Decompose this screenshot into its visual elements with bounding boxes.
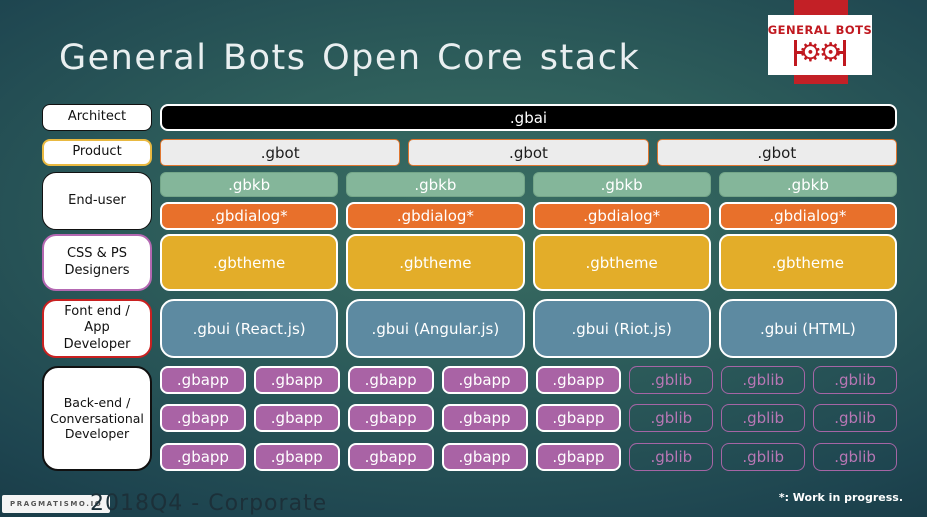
gbapp-box: .gbapp: [441, 404, 528, 432]
role-product-text: Product: [72, 144, 122, 160]
gbdialog-box: .gbdialog*: [718, 202, 897, 230]
gbapp-box: .gbapp: [535, 443, 622, 471]
gbai-box: .gbai: [160, 104, 897, 131]
gbtheme-box: .gbtheme: [718, 234, 897, 291]
gbdialog-box: .gbdialog*: [532, 202, 711, 230]
gbapp-box: .gbapp: [253, 443, 340, 471]
role-label-backend-conversational-developer: Back-end / Conversational Developer: [42, 366, 152, 471]
work-in-progress-note: *: Work in progress.: [778, 491, 903, 504]
gbapp-box: .gbapp: [441, 443, 528, 471]
role-backend-text: Back-end / Conversational Developer: [50, 395, 144, 442]
role-label-css-ps-designers: CSS & PS Designers: [42, 234, 152, 291]
role-architect-text: Architect: [67, 109, 127, 125]
role-label-product: Product: [42, 139, 152, 166]
gbot-row: .gbot .gbot .gbot: [160, 139, 897, 166]
gblib-box: .gblib: [721, 404, 806, 432]
gbapp-box: .gbapp: [253, 404, 340, 432]
gblib-box: .gblib: [721, 366, 806, 394]
gbkb-box: .gbkb: [160, 172, 339, 197]
gbapp-box: .gbapp: [160, 366, 246, 394]
gear-icon: ⚙⚙: [798, 37, 843, 68]
page-title: General Bots Open Core stack: [59, 38, 641, 78]
gbtheme-box: .gbtheme: [160, 234, 339, 291]
gblib-box: .gblib: [813, 443, 897, 471]
role-label-architect: Architect: [42, 104, 152, 131]
gbui-riot-box: .gbui (Riot.js): [532, 299, 711, 358]
role-css-text: CSS & PS Designers: [64, 246, 130, 278]
gbkb-row: .gbkb .gbkb .gbkb .gbkb: [160, 172, 897, 197]
gbui-row: .gbui (React.js) .gbui (Angular.js) .gbu…: [160, 299, 897, 358]
gbtheme-row: .gbtheme .gbtheme .gbtheme .gbtheme: [160, 234, 897, 291]
gbapp-box: .gbapp: [253, 366, 340, 394]
gblib-box: .gblib: [813, 366, 897, 394]
gbtheme-box: .gbtheme: [532, 234, 711, 291]
gblib-box: .gblib: [813, 404, 897, 432]
gbapp-box: .gbapp: [347, 366, 434, 394]
gbapp-box: .gbapp: [160, 404, 246, 432]
gbui-react-box: .gbui (React.js): [160, 299, 339, 358]
backend-row-2: .gbapp .gbapp .gbapp .gbapp .gbapp .gbli…: [160, 404, 897, 432]
gbkb-box: .gbkb: [346, 172, 525, 197]
gbdialog-row: .gbdialog* .gbdialog* .gbdialog* .gbdial…: [160, 202, 897, 230]
gblib-box: .gblib: [721, 443, 806, 471]
gblib-box: .gblib: [629, 366, 714, 394]
slide-footer-label: 2018Q4 - Corporate: [90, 491, 328, 516]
gears-icon: ⚙⚙: [793, 37, 847, 68]
gbapp-box: .gbapp: [535, 366, 622, 394]
gbot-box: .gbot: [656, 139, 897, 166]
gbapp-box: .gbapp: [535, 404, 622, 432]
role-frontend-text: Font end / App Developer: [63, 304, 131, 352]
logo-brand-text: GENERAL BOTS: [767, 22, 873, 37]
gblib-box: .gblib: [629, 443, 714, 471]
gbkb-box: .gbkb: [718, 172, 897, 197]
gbot-box: .gbot: [160, 139, 401, 166]
gear-line-left: [793, 39, 803, 66]
gbapp-box: .gbapp: [347, 404, 434, 432]
role-enduser-text: End-user: [68, 192, 126, 208]
role-label-frontend-app-developer: Font end / App Developer: [42, 299, 152, 358]
backend-row-1: .gbapp .gbapp .gbapp .gbapp .gbapp .gbli…: [160, 366, 897, 394]
gblib-box: .gblib: [629, 404, 714, 432]
gbot-box: .gbot: [408, 139, 649, 166]
gbapp-box: .gbapp: [347, 443, 434, 471]
gbui-html-box: .gbui (HTML): [718, 299, 897, 358]
gear-line-right: [837, 39, 847, 66]
gbtheme-box: .gbtheme: [346, 234, 525, 291]
gbui-angular-box: .gbui (Angular.js): [346, 299, 525, 358]
gbkb-box: .gbkb: [532, 172, 711, 197]
gbai-row: .gbai: [160, 104, 897, 131]
role-label-end-user: End-user: [42, 172, 152, 230]
general-bots-logo: GENERAL BOTS ⚙⚙: [768, 15, 872, 75]
backend-row-3: .gbapp .gbapp .gbapp .gbapp .gbapp .gbli…: [160, 443, 897, 471]
gbdialog-box: .gbdialog*: [160, 202, 339, 230]
gbdialog-box: .gbdialog*: [346, 202, 525, 230]
gbapp-box: .gbapp: [160, 443, 246, 471]
gbapp-box: .gbapp: [441, 366, 528, 394]
